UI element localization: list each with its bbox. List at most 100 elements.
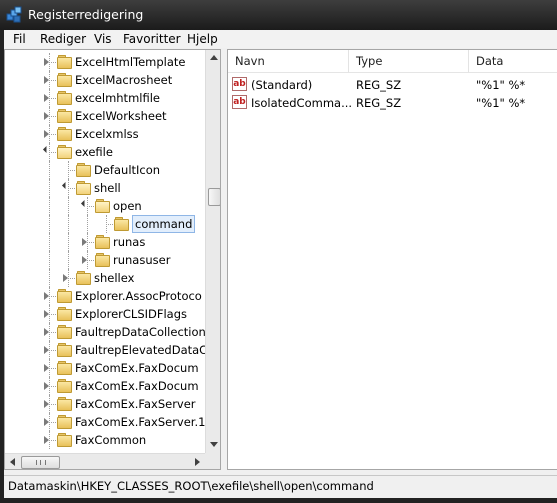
expand-arrow-icon[interactable] bbox=[44, 112, 49, 120]
tree-item[interactable]: shellex bbox=[5, 269, 220, 287]
value-row[interactable]: ab IsolatedComma... REG_SZ "%1" %* bbox=[228, 94, 557, 112]
tree-item[interactable]: DefaultIcon bbox=[5, 161, 220, 179]
expand-arrow-icon[interactable] bbox=[44, 94, 49, 102]
tree-item[interactable]: FaxComEx.FaxServer bbox=[5, 395, 220, 413]
tree-item[interactable]: shell bbox=[5, 179, 220, 197]
expand-arrow-icon[interactable] bbox=[82, 238, 87, 246]
tree-item[interactable]: FaxComEx.FaxDocum bbox=[5, 359, 220, 377]
tree-item[interactable]: FaxComEx.FaxServer.1 bbox=[5, 413, 220, 431]
tree-item[interactable]: FaultrepElevatedDataC bbox=[5, 341, 220, 359]
tree-connector bbox=[49, 287, 50, 305]
tree-connector bbox=[49, 179, 50, 197]
folder-icon bbox=[57, 379, 72, 393]
expand-arrow-icon[interactable] bbox=[44, 58, 49, 66]
expand-arrow-icon[interactable] bbox=[44, 400, 49, 408]
expand-arrow-icon[interactable] bbox=[44, 130, 49, 138]
tree-connector bbox=[106, 215, 107, 233]
tree-item-label: DefaultIcon bbox=[94, 163, 161, 177]
menu-rediger[interactable]: Rediger bbox=[40, 31, 86, 47]
tree-item[interactable]: FaultrepDataCollection bbox=[5, 323, 220, 341]
tree-item-label: FaxComEx.FaxDocum bbox=[75, 361, 199, 375]
key-tree: ExcelHtmlTemplate ExcelMacrosheet excelmht… bbox=[5, 50, 207, 450]
tree-vertical-scrollbar[interactable] bbox=[205, 50, 220, 453]
folder-icon bbox=[57, 109, 72, 123]
scroll-up-arrow-icon[interactable] bbox=[210, 55, 218, 60]
tree-item[interactable]: open bbox=[5, 197, 220, 215]
tree-connector bbox=[49, 134, 56, 135]
expand-arrow-icon[interactable] bbox=[63, 274, 68, 282]
tree-connector bbox=[49, 359, 50, 377]
expand-arrow-icon[interactable] bbox=[44, 418, 49, 426]
tree-item[interactable]: ExcelMacrosheet bbox=[5, 71, 220, 89]
tree-item-label: FaxCommon bbox=[75, 433, 147, 447]
tree-item-label: FaxComEx.FaxServer bbox=[75, 397, 196, 411]
menu-fil[interactable]: Fil bbox=[13, 31, 26, 47]
tree-item-label: ExplorerCLSIDFlags bbox=[75, 307, 188, 321]
tree-horizontal-scrollbar[interactable] bbox=[5, 453, 205, 469]
tree-connector bbox=[49, 422, 56, 423]
tree-connector bbox=[49, 53, 50, 71]
tree-connector bbox=[87, 206, 94, 207]
tree-connector bbox=[49, 323, 50, 341]
tree-connector bbox=[68, 278, 75, 279]
tree-item[interactable]: runasuser bbox=[5, 251, 220, 269]
expand-arrow-icon[interactable] bbox=[44, 292, 49, 300]
folder-icon bbox=[57, 307, 72, 321]
value-row[interactable]: ab (Standard) REG_SZ "%1" %* bbox=[228, 76, 557, 94]
tree-item[interactable]: FaxCommon bbox=[5, 431, 220, 449]
tree-vertical-scroll-thumb[interactable] bbox=[208, 188, 220, 206]
tree-connector bbox=[49, 431, 50, 449]
tree-item-label: runas bbox=[113, 235, 146, 249]
menu-vis[interactable]: Vis bbox=[94, 31, 112, 47]
tree-connector bbox=[87, 251, 88, 269]
tree-item[interactable]: ExplorerCLSIDFlags bbox=[5, 305, 220, 323]
grip-icon bbox=[36, 460, 46, 465]
registry-editor-window: Registerredigering Fil Rediger Vis Favor… bbox=[0, 0, 557, 503]
column-header-name[interactable]: Navn bbox=[228, 50, 349, 73]
tree-item[interactable]: Excelxmlss bbox=[5, 125, 220, 143]
menu-favoritter[interactable]: Favoritter bbox=[123, 31, 181, 47]
tree-horizontal-scroll-thumb[interactable] bbox=[21, 456, 60, 469]
value-name: IsolatedComma... bbox=[251, 96, 353, 110]
tree-connector bbox=[68, 251, 69, 269]
tree-item[interactable]: runas bbox=[5, 233, 220, 251]
tree-item[interactable]: FaxComEx.FaxDocum bbox=[5, 377, 220, 395]
tree-connector bbox=[49, 71, 50, 89]
expand-arrow-icon[interactable] bbox=[44, 328, 49, 336]
tree-item[interactable]: excelmhtmlfile bbox=[5, 89, 220, 107]
scroll-left-arrow-icon[interactable] bbox=[10, 458, 15, 466]
column-header-type[interactable]: Type bbox=[349, 50, 469, 73]
scroll-down-arrow-icon[interactable] bbox=[210, 442, 218, 447]
tree-connector bbox=[68, 170, 75, 171]
tree-connector bbox=[49, 116, 56, 117]
tree-connector bbox=[49, 296, 56, 297]
folder-icon bbox=[57, 397, 72, 411]
expand-arrow-icon[interactable] bbox=[82, 256, 87, 264]
tree-item[interactable]: command bbox=[5, 215, 220, 233]
value-name: (Standard) bbox=[251, 78, 313, 92]
tree-connector bbox=[49, 143, 50, 161]
window-title: Registerredigering bbox=[28, 7, 144, 22]
tree-connector bbox=[49, 107, 50, 125]
registry-editor-icon bbox=[6, 6, 22, 23]
column-header-data[interactable]: Data bbox=[469, 50, 557, 73]
menu-hjelp[interactable]: Hjelp bbox=[187, 31, 218, 47]
tree-item[interactable]: ExcelWorksheet bbox=[5, 107, 220, 125]
title-bar[interactable]: Registerredigering bbox=[0, 0, 557, 30]
tree-connector bbox=[68, 233, 69, 251]
expand-arrow-icon[interactable] bbox=[44, 310, 49, 318]
tree-connector bbox=[49, 350, 56, 351]
expand-arrow-icon[interactable] bbox=[44, 346, 49, 354]
tree-connector bbox=[49, 89, 50, 107]
expand-arrow-icon[interactable] bbox=[44, 436, 49, 444]
scroll-right-arrow-icon[interactable] bbox=[195, 458, 200, 466]
value-list-pane[interactable]: Navn Type Data ab (Standard) REG_SZ "%1"… bbox=[227, 49, 557, 470]
key-tree-pane[interactable]: ExcelHtmlTemplate ExcelMacrosheet excelmht… bbox=[4, 49, 221, 470]
tree-item[interactable]: Explorer.AssocProtoco bbox=[5, 287, 220, 305]
expand-arrow-icon[interactable] bbox=[44, 364, 49, 372]
tree-item[interactable]: exefile bbox=[5, 143, 220, 161]
tree-item[interactable]: ExcelHtmlTemplate bbox=[5, 53, 220, 71]
expand-arrow-icon[interactable] bbox=[44, 76, 49, 84]
tree-item-label: FaxComEx.FaxServer.1 bbox=[75, 415, 206, 429]
expand-arrow-icon[interactable] bbox=[44, 382, 49, 390]
